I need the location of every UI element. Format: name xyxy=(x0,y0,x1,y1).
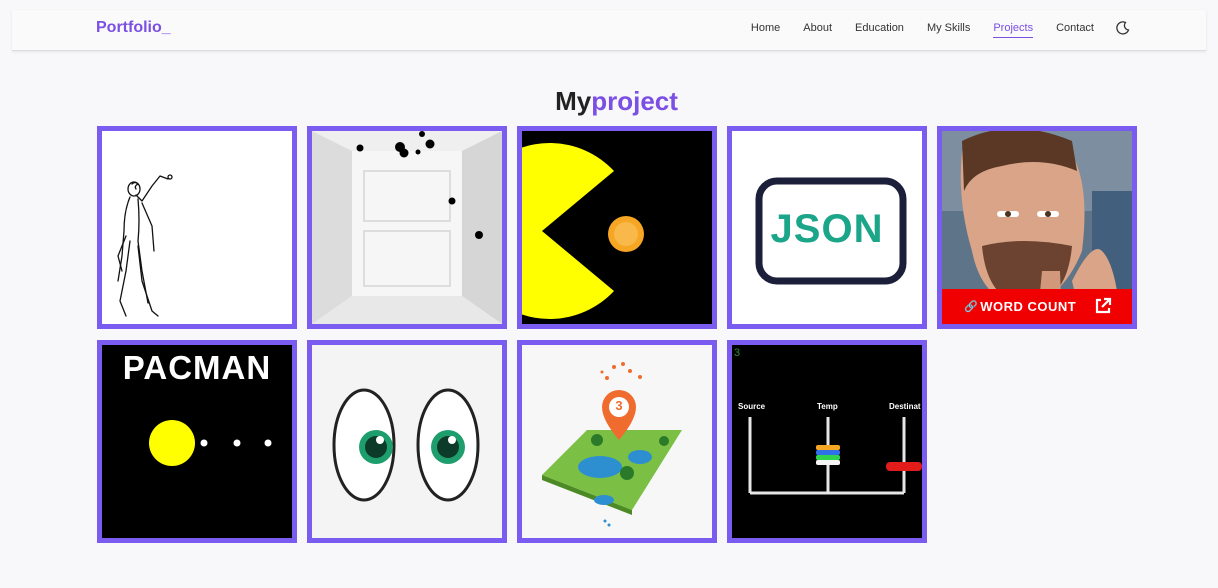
section-title: Myproject xyxy=(0,86,1218,117)
pacman-coin-image xyxy=(522,131,712,324)
nav-contact[interactable]: Contact xyxy=(1056,22,1094,38)
map-pin-image xyxy=(522,345,712,538)
project-card-pacman-game[interactable]: PACMAN xyxy=(97,340,297,543)
navbar: Portfolio_ Home About Education My Skill… xyxy=(12,10,1206,51)
project-card-sketch-figure[interactable] xyxy=(97,126,297,329)
move-counter: 3 xyxy=(734,347,741,359)
project-card-map-pin[interactable]: 3 xyxy=(517,340,717,543)
tower-of-hanoi-image xyxy=(732,345,922,538)
title-my: My xyxy=(555,86,592,116)
project-card-json[interactable]: JSON xyxy=(727,126,927,329)
nav-projects[interactable]: Projects xyxy=(993,22,1034,38)
nav-education[interactable]: Education xyxy=(855,22,904,38)
nav-links: Home About Education My Skills Projects … xyxy=(728,22,1094,38)
project-card-white-room[interactable] xyxy=(307,126,507,329)
json-text: JSON xyxy=(770,207,884,251)
moon-icon[interactable] xyxy=(1116,21,1130,35)
brand-logo[interactable]: Portfolio_ xyxy=(96,19,171,37)
project-card-word-count[interactable]: 🔗 WORD COUNT xyxy=(937,126,1137,329)
title-project: project xyxy=(591,86,678,116)
cartoon-eyes-image xyxy=(312,345,502,538)
white-room-image xyxy=(312,131,502,324)
pin-number: 3 xyxy=(615,398,623,413)
project-card-tower-of-hanoi[interactable]: 3 Source Temp Destinat xyxy=(727,340,927,543)
word-count-label: WORD COUNT xyxy=(980,299,1077,314)
pacman-title: PACMAN xyxy=(122,349,272,386)
label-source: Source xyxy=(738,402,766,411)
nav-about[interactable]: About xyxy=(803,22,832,38)
external-link-icon[interactable] xyxy=(1094,297,1112,315)
project-card-eyes[interactable] xyxy=(307,340,507,543)
nav-my-skills[interactable]: My Skills xyxy=(927,22,970,38)
word-count-overlay[interactable]: 🔗 WORD COUNT xyxy=(942,289,1132,324)
label-temp: Temp xyxy=(817,402,838,411)
nav-home[interactable]: Home xyxy=(751,22,780,38)
sketch-figure-image xyxy=(102,131,292,324)
label-destination: Destinat xyxy=(889,402,921,411)
project-card-pacman-coin[interactable] xyxy=(517,126,717,329)
link-icon: 🔗 xyxy=(964,301,979,313)
